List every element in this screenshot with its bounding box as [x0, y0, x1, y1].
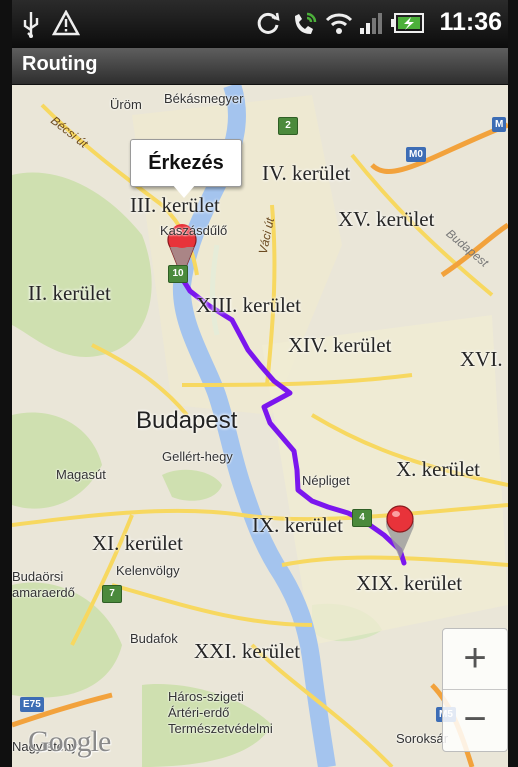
motorway-shield: E75	[20, 697, 44, 712]
callout-tail	[172, 184, 196, 198]
place-label: Budaörsi	[12, 569, 64, 584]
road-shield: 7	[102, 585, 122, 603]
road-shield: 10	[168, 265, 188, 283]
place-label: Kelenvölgy	[116, 563, 180, 578]
park-area	[12, 412, 102, 509]
district-label-ii: II. kerület	[28, 281, 111, 305]
signal-icon	[358, 10, 384, 41]
motorway-shield: M	[492, 117, 507, 132]
battery-charging-icon	[390, 10, 426, 41]
usb-icon	[20, 10, 42, 43]
place-label: Kaszásdűlő	[160, 223, 228, 238]
gellert-park	[162, 469, 222, 501]
place-label: Gellért-hegy	[162, 449, 233, 464]
place-label: Természetvédelmi	[168, 721, 273, 736]
place-label: Háros-szigeti	[168, 689, 244, 704]
map-base-layer	[12, 85, 508, 767]
place-label: Soroksár	[396, 731, 449, 746]
phone-call-icon	[289, 10, 319, 43]
district-label-xix: XIX. kerület	[356, 571, 463, 595]
zoom-out-button[interactable]: −	[443, 690, 507, 750]
app-title: Routing	[22, 53, 98, 75]
sync-icon	[255, 10, 281, 41]
zoom-controls: + −	[442, 628, 508, 752]
device-frame-right	[508, 0, 518, 767]
place-label: Üröm	[110, 97, 142, 112]
wifi-icon	[324, 10, 354, 41]
district-label-xi: XI. kerület	[92, 531, 183, 555]
district-label-xiv: XIV. kerület	[288, 333, 392, 357]
arrival-callout[interactable]: Érkezés	[130, 139, 242, 187]
map-view[interactable]: III. kerület IV. kerület XV. kerület II.…	[12, 85, 508, 767]
district-label-xxi: XXI. kerület	[194, 639, 301, 663]
place-label: Magasút	[56, 467, 106, 482]
place-label: amaraerdő	[12, 585, 75, 600]
zoom-in-button[interactable]: +	[443, 629, 507, 690]
phone-screen: 11:36 Routing III. kerület IV. kerület X…	[0, 0, 518, 767]
app-title-bar: Routing	[12, 48, 508, 85]
motorway-shield: M0	[406, 147, 426, 162]
road-shield: 2	[278, 117, 298, 135]
place-label: Ártéri-erdő	[168, 705, 230, 720]
district-label-x: X. kerület	[396, 457, 480, 481]
city-label: Budapest	[136, 407, 238, 434]
district-label-iv: IV. kerület	[262, 161, 351, 185]
device-frame-left	[0, 0, 12, 767]
google-logo: Google	[28, 725, 111, 758]
district-label-xiii: XIII. kerület	[196, 293, 301, 317]
status-bar: 11:36	[12, 0, 508, 48]
place-label: Népliget	[302, 473, 350, 488]
place-label: Budafok	[130, 631, 178, 646]
district-label-ix: IX. kerület	[252, 513, 343, 537]
status-clock: 11:36	[439, 8, 502, 36]
place-label: Békásmegyer	[164, 91, 244, 106]
district-label-xvi: XVI. ke	[460, 347, 508, 371]
warning-icon	[51, 9, 81, 41]
district-label-xv: XV. kerület	[338, 207, 435, 231]
road-shield: 4	[352, 509, 372, 527]
callout-label: Érkezés	[148, 152, 224, 174]
